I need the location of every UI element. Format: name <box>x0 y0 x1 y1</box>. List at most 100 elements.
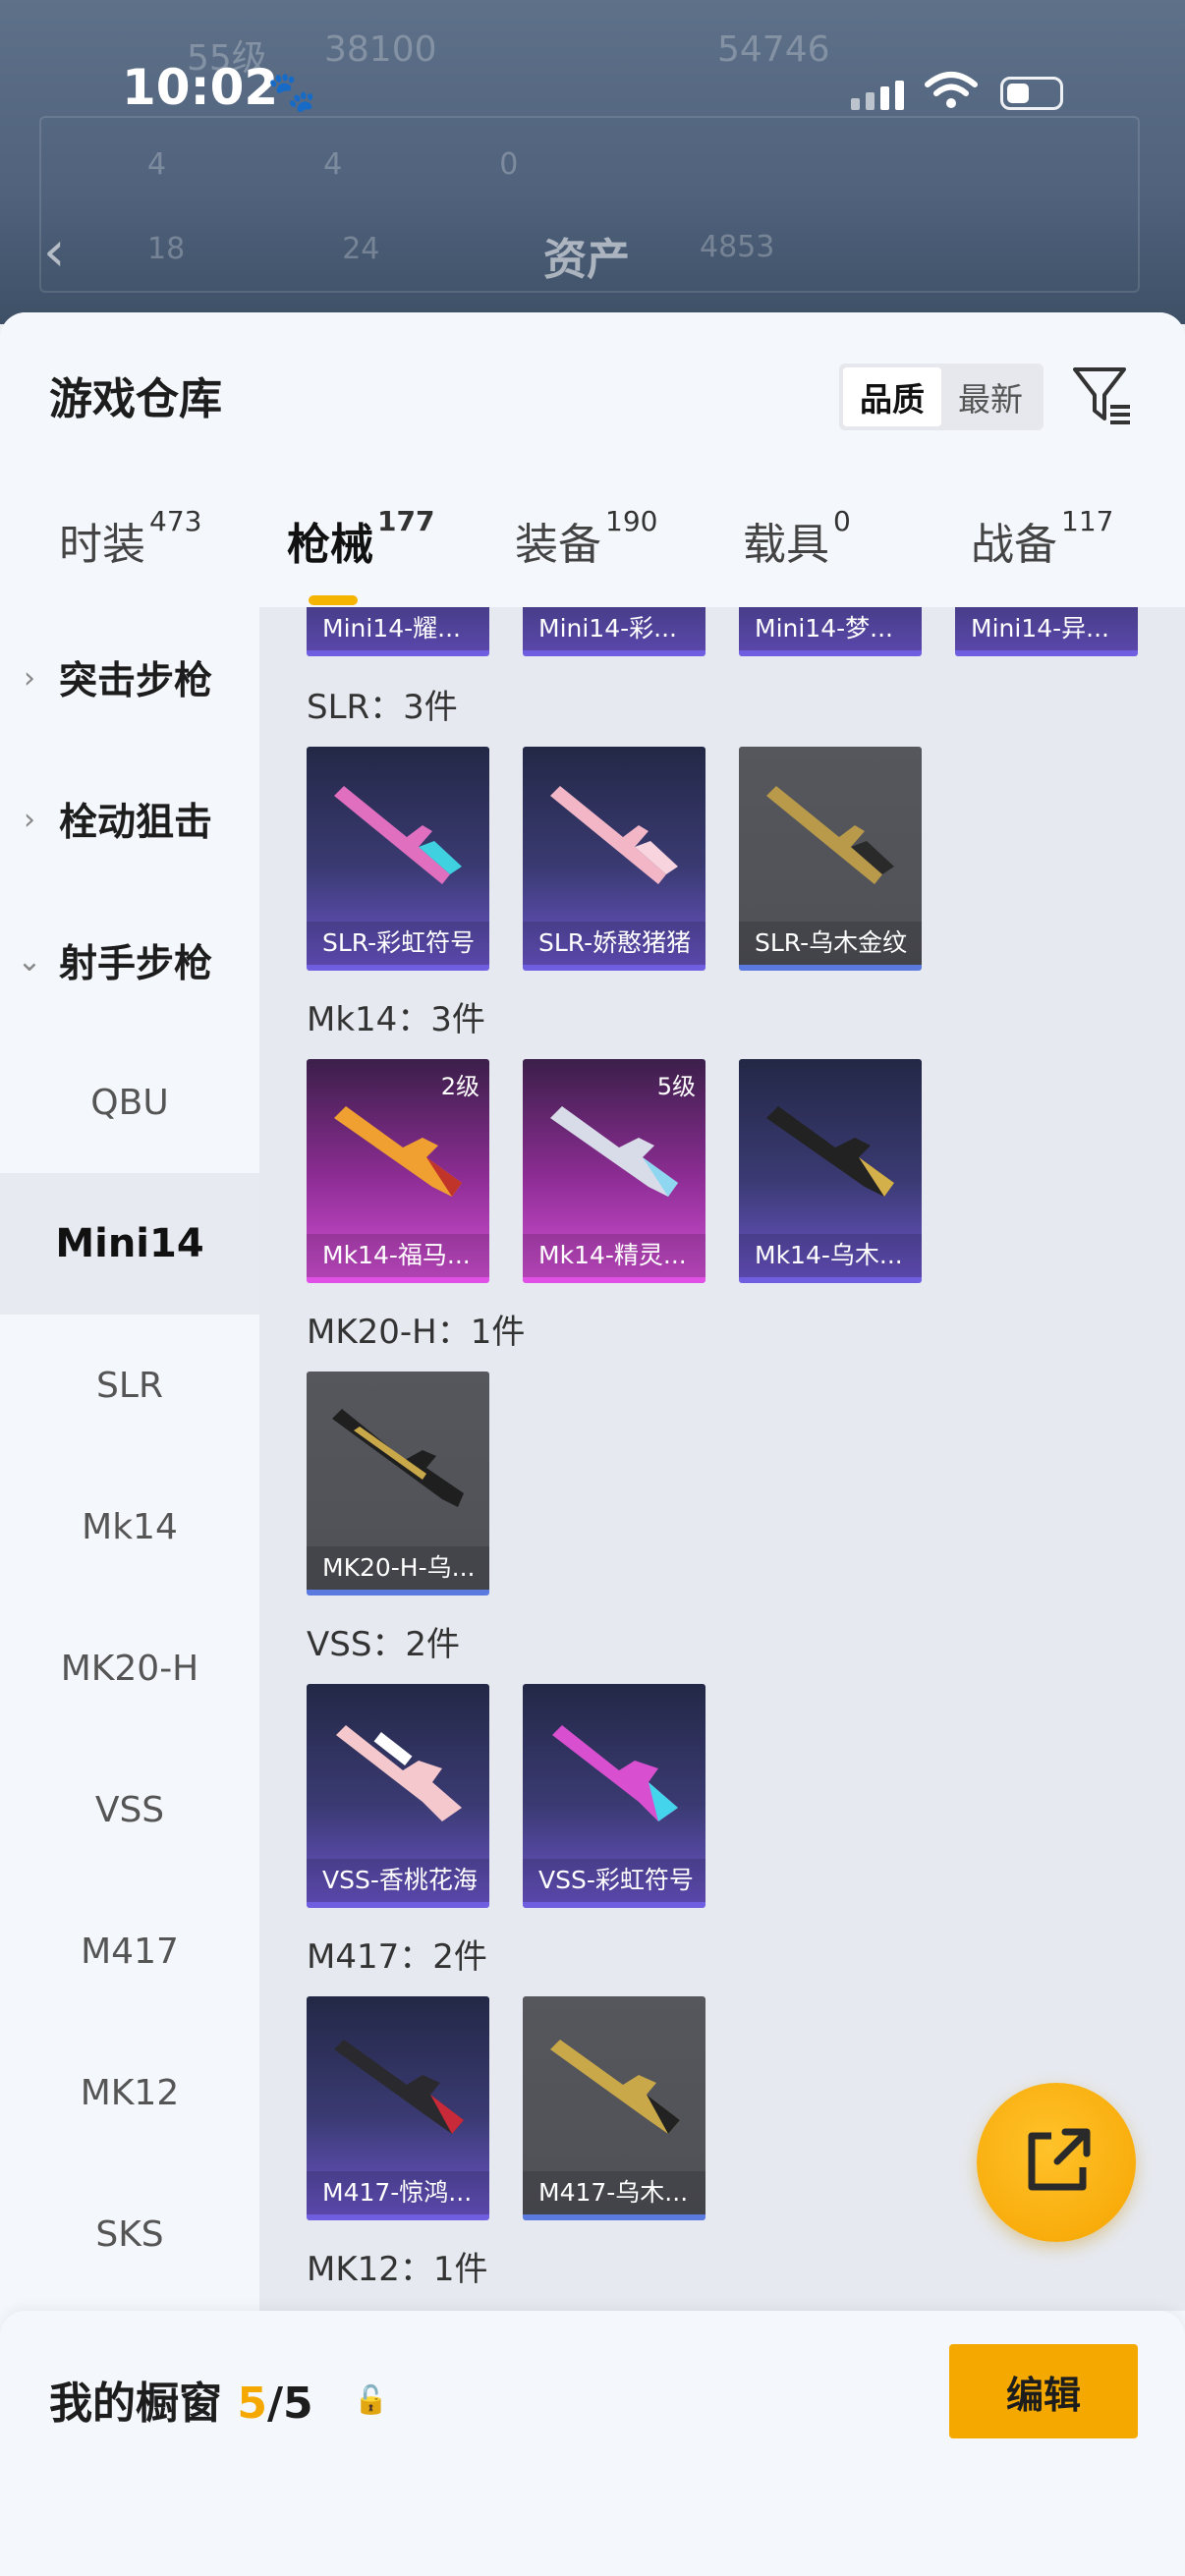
weapon-card-name: M417-惊鸿... <box>307 2171 489 2214</box>
showcase-total-count: 5 <box>283 2379 313 2429</box>
weapon-card[interactable]: M417-惊鸿... <box>307 1996 489 2220</box>
background-stats-row-1: 4 4 0 <box>147 147 518 182</box>
weapon-card[interactable]: 2级 Mk14-福马... <box>307 1059 489 1283</box>
showcase-title: 我的橱窗 5/5 <box>49 2368 313 2431</box>
tab-supplies[interactable]: 战备 117 <box>971 505 1113 572</box>
showcase-separator: / <box>266 2379 284 2429</box>
sort-newest-button[interactable]: 最新 <box>941 367 1040 426</box>
sidebar-item-mini14[interactable]: Mini14 <box>0 1173 259 1315</box>
rifle-icon <box>550 786 678 884</box>
tab-count: 117 <box>1061 505 1114 537</box>
weapon-card-name: Mini14-梦... <box>739 607 922 650</box>
rifle-icon <box>550 1106 678 1197</box>
weapon-card[interactable]: M417-乌木... <box>523 1996 705 2220</box>
chevron-right-icon: › <box>24 660 35 696</box>
sidebar-item-mk20h[interactable]: MK20-H <box>0 1597 259 1739</box>
rifle-icon <box>552 1725 678 1821</box>
weapon-card-name: SLR-乌木金纹 <box>739 922 922 965</box>
wifi-icon <box>925 72 978 108</box>
stat-value: 4 <box>147 147 167 182</box>
paw-icon: 🐾 <box>267 70 316 115</box>
tab-count: 473 <box>149 505 202 537</box>
section-header-vss: VSS：2件 <box>307 1625 461 1664</box>
weapon-card[interactable]: Mini14-异... <box>955 607 1138 656</box>
weapon-card[interactable]: SLR-彩虹符号 <box>307 747 489 971</box>
sidebar-group-assault-rifles[interactable]: › 突击步枪 <box>0 607 259 749</box>
sidebar-item-qbu[interactable]: QBU <box>0 1032 259 1173</box>
weapon-card[interactable]: VSS-香桃花海 <box>307 1684 489 1908</box>
sidebar-item-mk12[interactable]: MK12 <box>0 2022 259 2163</box>
share-button[interactable] <box>977 2083 1136 2242</box>
weapon-card-name: Mk14-福马... <box>307 1234 489 1277</box>
lock-icon: 🔓 <box>354 2383 388 2416</box>
showcase-bar: 我的橱窗 5/5 🔓 编辑 <box>0 2311 1185 2576</box>
weapon-card-name: M417-乌木... <box>523 2171 705 2214</box>
weapon-card-name: Mini14-耀... <box>307 607 489 650</box>
weapon-card[interactable]: Mini14-彩... <box>523 607 705 656</box>
weapon-card[interactable]: SLR-娇憨猪猪 <box>523 747 705 971</box>
sidebar-item-vss[interactable]: VSS <box>0 1739 259 1880</box>
weapon-card[interactable]: Mini14-耀... <box>307 607 489 656</box>
sidebar-item-slr[interactable]: SLR <box>0 1315 259 1456</box>
section-header-mk12: MK12：1件 <box>307 2250 488 2289</box>
tab-count: 0 <box>833 505 851 537</box>
filter-icon[interactable] <box>1071 362 1134 428</box>
stat-value: 0 <box>499 147 519 182</box>
edit-button[interactable]: 编辑 <box>949 2344 1138 2438</box>
weapon-card-name: VSS-香桃花海 <box>307 1859 489 1902</box>
weapon-card-name: SLR-彩虹符号 <box>307 922 489 965</box>
sidebar-group-bolt-snipers[interactable]: › 栓动狙击 <box>0 749 259 890</box>
section-header-mk20h: MK20-H：1件 <box>307 1313 526 1352</box>
tab-label: 战备 <box>971 520 1057 570</box>
weapon-card[interactable]: SLR-乌木金纹 <box>739 747 922 971</box>
weapon-card[interactable]: VSS-彩虹符号 <box>523 1684 705 1908</box>
chevron-right-icon: › <box>24 802 35 837</box>
tab-count: 190 <box>605 505 658 537</box>
tab-equipment[interactable]: 装备 190 <box>515 505 657 572</box>
weapon-card-name: MK20-H-乌... <box>307 1546 489 1590</box>
sidebar-group-label: 射手步枪 <box>59 942 213 986</box>
external-link-icon <box>1028 2128 1091 2191</box>
tab-vehicles[interactable]: 载具 0 <box>743 505 851 572</box>
chevron-down-icon: ⌄ <box>17 943 42 979</box>
status-bar: 10:02 🐾 <box>0 59 1185 138</box>
showcase-current-count: 5 <box>237 2379 267 2429</box>
rifle-icon <box>332 1409 464 1507</box>
sidebar-group-label: 突击步枪 <box>59 659 213 703</box>
status-time: 10:02 <box>122 59 279 116</box>
rifle-icon <box>336 1725 462 1821</box>
sidebar-group-label: 栓动狙击 <box>59 801 213 845</box>
category-tabs: 时装 473 枪械 177 装备 190 载具 0 战备 117 <box>0 505 1185 607</box>
weapon-grid: Mini14-耀... Mini14-彩... Mini14-梦... Mini… <box>259 607 1185 2311</box>
tab-firearms[interactable]: 枪械 177 <box>287 505 434 605</box>
weapon-card-name: Mini14-异... <box>955 607 1138 650</box>
section-header-m417: M417：2件 <box>307 1937 487 1977</box>
weapon-card[interactable]: 5级 Mk14-精灵... <box>523 1059 705 1283</box>
sidebar-item-m417[interactable]: M417 <box>0 1880 259 2022</box>
section-header-mk14: Mk14：3件 <box>307 1000 485 1039</box>
rifle-icon <box>550 2040 680 2134</box>
rifle-icon <box>766 786 894 884</box>
tab-label: 枪械 <box>287 520 373 570</box>
signal-icon <box>851 81 904 110</box>
weapon-card[interactable]: MK20-H-乌... <box>307 1372 489 1596</box>
section-header-slr: SLR：3件 <box>307 688 458 727</box>
background-nav: ‹ 资产 <box>0 216 1185 285</box>
stat-value: 4 <box>323 147 343 182</box>
sidebar-group-marksman-rifles[interactable]: ⌄ 射手步枪 <box>0 890 259 1032</box>
sort-quality-button[interactable]: 品质 <box>843 367 941 426</box>
tab-label: 装备 <box>515 520 601 570</box>
rifle-icon <box>334 2040 464 2134</box>
tab-fashion[interactable]: 时装 473 <box>59 505 201 572</box>
rifle-icon <box>766 1106 894 1197</box>
sidebar-item-sks[interactable]: SKS <box>0 2163 259 2305</box>
weapon-card-name: SLR-娇憨猪猪 <box>523 922 705 965</box>
sidebar-item-mk14[interactable]: Mk14 <box>0 1456 259 1597</box>
rifle-icon <box>334 1106 462 1197</box>
battery-icon <box>1000 77 1063 110</box>
sort-toggle: 品质 最新 <box>839 364 1044 430</box>
back-arrow-icon[interactable]: ‹ <box>43 220 65 284</box>
weapon-card[interactable]: Mk14-乌木... <box>739 1059 922 1283</box>
assets-label: 资产 <box>543 235 630 285</box>
weapon-card[interactable]: Mini14-梦... <box>739 607 922 656</box>
